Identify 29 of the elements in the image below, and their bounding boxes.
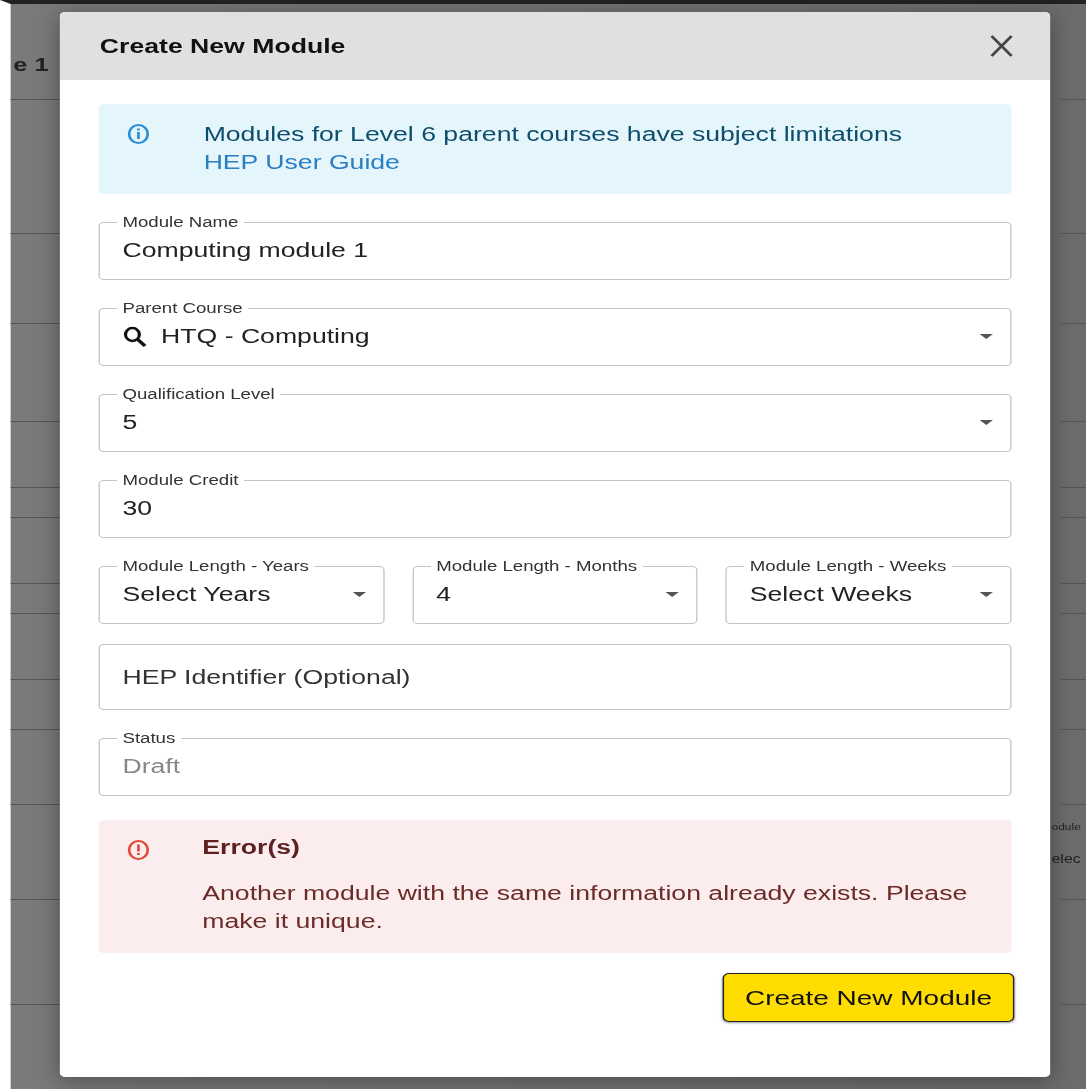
select-field[interactable]: Parent Course HTQ - Computing bbox=[98, 300, 1012, 366]
field-label: Qualification Level bbox=[121, 386, 276, 402]
user-guide-link[interactable]: HEP User Guide bbox=[203, 151, 400, 173]
create-button[interactable]: Create New Module bbox=[722, 973, 1015, 1022]
input-field[interactable]: Module Credit 30 bbox=[98, 472, 1012, 538]
info-message: Modules for Level 6 parent courses have subject limitations HEP User Guide bbox=[203, 122, 904, 175]
input-field[interactable]: HEP Identifier (Optional) bbox=[98, 644, 1012, 710]
field-label: Module Name bbox=[121, 214, 240, 230]
select-field[interactable]: Module Length - Weeks Select Weeks bbox=[725, 558, 1012, 624]
background-text: odule bbox=[1051, 822, 1081, 832]
field-label: Status bbox=[121, 730, 177, 746]
field-label: Module Length - Months bbox=[435, 558, 639, 574]
input-field: Status Draft bbox=[98, 730, 1012, 796]
field-label: Module Length - Years bbox=[121, 558, 310, 574]
background-text: elec bbox=[1051, 852, 1081, 866]
select-field[interactable]: Qualification Level 5 bbox=[98, 386, 1012, 452]
field-label: Module Length - Weeks bbox=[748, 558, 948, 574]
field-label: Module Credit bbox=[121, 472, 240, 488]
error-icon bbox=[126, 838, 151, 862]
field-label: Parent Course bbox=[121, 300, 244, 316]
search-icon bbox=[122, 324, 148, 349]
error-message: Another module with the same information already exists. Please make it unique. bbox=[202, 881, 969, 934]
info-icon bbox=[126, 122, 151, 146]
background-text: e 1 bbox=[13, 54, 49, 76]
select-field[interactable]: Module Length - Years Select Years bbox=[98, 558, 385, 624]
error-title: Error(s) bbox=[202, 836, 301, 859]
input-field[interactable]: Module Name Computing module 1 bbox=[98, 214, 1012, 280]
dialog-title: Create New Module bbox=[99, 34, 346, 58]
select-field[interactable]: Module Length - Months 4 bbox=[412, 558, 698, 624]
